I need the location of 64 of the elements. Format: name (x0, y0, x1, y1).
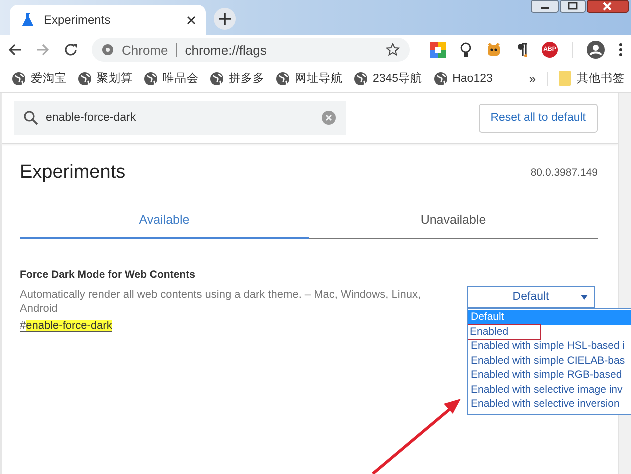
bookmark-label: 网址导航 (295, 71, 343, 86)
menu-icon[interactable] (619, 43, 623, 57)
bookmark-label: 聚划算 (97, 72, 133, 86)
page-tab[interactable]: Unavailable (309, 204, 598, 239)
site-label: Chrome (122, 42, 168, 58)
dropdown-option[interactable]: Enabled (468, 324, 540, 339)
reset-button[interactable]: Reset all to default (478, 104, 598, 132)
bookmark[interactable]: 爱淘宝 (12, 71, 67, 86)
browser-tab[interactable]: Experiments (10, 5, 206, 35)
clear-icon[interactable] (322, 111, 336, 125)
flask-icon (22, 13, 34, 27)
globe-icon (144, 72, 158, 86)
search-icon (24, 111, 38, 125)
lightbulb-icon[interactable] (460, 42, 472, 58)
bookmark[interactable]: 2345导航 (354, 71, 423, 86)
folder-label: 其他书签 (577, 72, 625, 86)
pilcrow-icon[interactable] (516, 42, 528, 58)
dropdown-option[interactable]: Enabled with simple CIELAB-bas (468, 354, 631, 368)
bookmark[interactable]: 聚划算 (78, 71, 133, 86)
bookmark-label: 唯品会 (163, 72, 199, 86)
url-text: chrome://flags (185, 42, 268, 58)
bookmark-folder[interactable]: 其他书签 (559, 71, 625, 86)
dropdown-option[interactable]: Enabled with selective image inv (468, 382, 631, 397)
flag-title: Force Dark Mode for Web Contents (20, 269, 196, 281)
star-icon[interactable] (386, 43, 400, 57)
dropdown-caret-icon (581, 295, 588, 300)
back-icon[interactable] (8, 43, 22, 57)
globe-icon (276, 72, 290, 86)
bookmark[interactable]: 网址导航 (276, 71, 343, 86)
minimize-icon[interactable] (531, 0, 559, 13)
globe-icon (78, 72, 92, 86)
bookmark-label: 拼多多 (229, 72, 265, 86)
globe-icon (354, 72, 368, 86)
page-heading: Experiments (20, 162, 126, 184)
search-field[interactable]: enable-force-dark (14, 101, 346, 135)
version-label: 80.0.3987.149 (530, 167, 598, 179)
overflow-chevron[interactable]: » (529, 72, 536, 86)
flag-select[interactable]: Default (467, 286, 595, 308)
site-info-icon (102, 44, 114, 56)
flag-description: Automatically render all web contents using a dark theme. – Mac, Windows, Linux, Android (20, 288, 422, 316)
page-tab[interactable]: Available (20, 204, 309, 239)
globe-icon (434, 72, 448, 86)
bookmark[interactable]: 唯品会 (144, 71, 199, 86)
tab-title: Experiments (44, 13, 112, 27)
globe-icon (12, 72, 26, 86)
bookmark[interactable]: Hao123 (434, 72, 493, 86)
bookmark-label: Hao123 (452, 72, 493, 84)
new-tab-icon[interactable] (214, 8, 236, 30)
close-icon[interactable] (187, 16, 196, 24)
address-bar[interactable]: Chrome chrome://flags (92, 38, 410, 62)
reload-icon[interactable] (64, 43, 78, 57)
dropdown-option[interactable]: Enabled with simple RGB-based (468, 368, 631, 382)
bookmark-label: 2345导航 (373, 71, 423, 86)
dropdown-option[interactable]: Enabled with simple HSL-based i (468, 339, 631, 354)
colorful-square-icon[interactable] (430, 42, 446, 58)
profile-icon[interactable] (587, 41, 605, 59)
globe-icon (210, 72, 224, 86)
bookmark[interactable]: 拼多多 (210, 71, 265, 86)
maximize-icon[interactable] (560, 0, 586, 13)
dropdown-option[interactable]: Enabled with selective inversion (468, 397, 631, 412)
folder-icon (559, 71, 571, 86)
close-window-icon[interactable] (587, 0, 629, 13)
bookmark-label: 爱淘宝 (31, 71, 67, 86)
tiger-icon[interactable] (486, 42, 502, 58)
